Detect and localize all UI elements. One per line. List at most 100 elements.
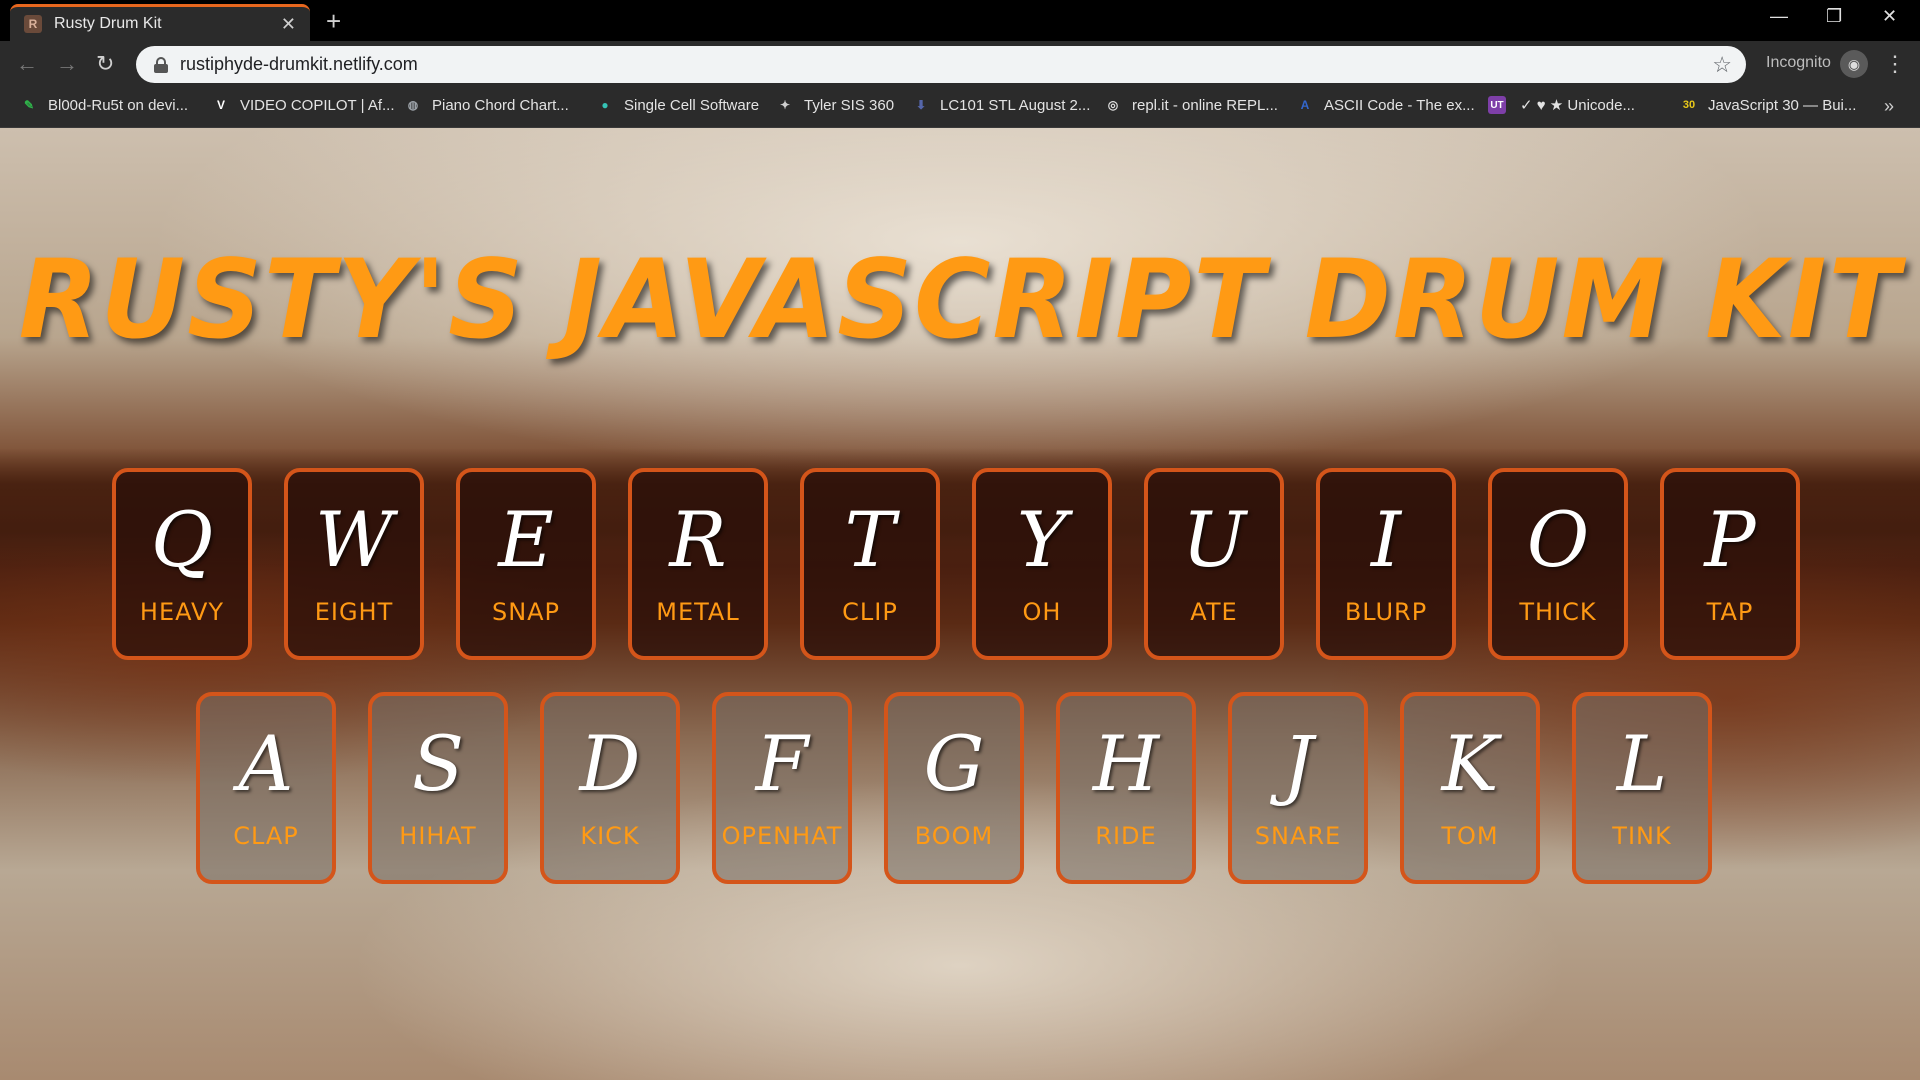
minimize-icon[interactable]: — bbox=[1770, 6, 1788, 27]
drum-key-j[interactable]: J SNARE bbox=[1228, 692, 1368, 884]
incognito-icon[interactable]: ◉ bbox=[1840, 50, 1868, 78]
drum-key-f[interactable]: F OPENHAT bbox=[712, 692, 852, 884]
bookmark-item[interactable]: ✎ Bl00d-Ru5t on devi... bbox=[20, 96, 188, 114]
key-letter: P bbox=[1704, 495, 1756, 584]
address-bar[interactable]: rustiphyde-drumkit.netlify.com ☆ bbox=[136, 46, 1746, 83]
bookmark-star-icon[interactable]: ☆ bbox=[1712, 52, 1732, 78]
drum-key-t[interactable]: T CLIP bbox=[800, 468, 940, 660]
key-letter: D bbox=[579, 719, 641, 808]
drum-key-a[interactable]: A CLAP bbox=[196, 692, 336, 884]
drum-key-r[interactable]: R METAL bbox=[628, 468, 768, 660]
bookmark-item[interactable]: V VIDEO COPILOT | Af... bbox=[212, 96, 395, 114]
js30-icon: 30 bbox=[1682, 99, 1696, 111]
tab-strip: R Rusty Drum Kit ✕ + — ❐ ✕ bbox=[0, 0, 1920, 41]
drum-key-q[interactable]: Q HEAVY bbox=[112, 468, 252, 660]
close-window-icon[interactable]: ✕ bbox=[1882, 6, 1897, 27]
bookmark-label: LC101 STL August 2... bbox=[940, 96, 1091, 114]
dev-icon: ✎ bbox=[23, 98, 35, 112]
bookmark-item[interactable]: UT ✓ ♥ ★ Unicode... bbox=[1488, 96, 1635, 114]
drum-key-y[interactable]: Y OH bbox=[972, 468, 1112, 660]
drum-key-l[interactable]: L TINK bbox=[1572, 692, 1712, 884]
bookmark-item[interactable]: ✦ Tyler SIS 360 bbox=[776, 96, 894, 114]
bookmark-item[interactable]: 30 JavaScript 30 — Bui... bbox=[1680, 96, 1857, 114]
key-letter: Q bbox=[150, 495, 214, 584]
bookmarks-bar: ✎ Bl00d-Ru5t on devi... V VIDEO COPILOT … bbox=[0, 88, 1920, 128]
bookmark-label: ✓ ♥ ★ Unicode... bbox=[1520, 97, 1635, 114]
drum-key-e[interactable]: E SNAP bbox=[456, 468, 596, 660]
page-title: RUSTY'S JAVASCRIPT DRUM KIT bbox=[18, 234, 1902, 364]
drum-key-k[interactable]: K TOM bbox=[1400, 692, 1540, 884]
new-tab-icon[interactable]: + bbox=[326, 6, 341, 37]
forward-icon[interactable]: → bbox=[56, 51, 78, 77]
ascii-icon: A bbox=[1300, 98, 1310, 112]
key-sound-label: SNAP bbox=[491, 598, 561, 626]
bookmark-label: Bl00d-Ru5t on devi... bbox=[48, 96, 189, 114]
key-sound-label: BLURP bbox=[1344, 598, 1428, 626]
unicode-icon: UT bbox=[1488, 96, 1506, 114]
key-letter: I bbox=[1370, 495, 1402, 584]
key-letter: K bbox=[1441, 719, 1499, 808]
bookmark-item[interactable]: A ASCII Code - The ex... bbox=[1296, 96, 1475, 114]
key-sound-label: TOM bbox=[1441, 822, 1499, 850]
bookmark-label: JavaScript 30 — Bui... bbox=[1708, 96, 1857, 114]
key-letter: Y bbox=[1016, 495, 1068, 584]
drum-key-s[interactable]: S HIHAT bbox=[368, 692, 508, 884]
key-letter: H bbox=[1092, 719, 1160, 808]
key-sound-label: ATE bbox=[1190, 598, 1238, 626]
key-sound-label: BOOM bbox=[914, 822, 994, 850]
bookmark-label: VIDEO COPILOT | Af... bbox=[240, 96, 395, 114]
lock-icon[interactable] bbox=[154, 56, 168, 73]
key-sound-label: OPENHAT bbox=[721, 822, 843, 850]
reload-icon[interactable]: ↻ bbox=[96, 51, 114, 77]
key-letter: U bbox=[1181, 495, 1247, 584]
key-sound-label: HIHAT bbox=[399, 822, 477, 850]
bookmark-item[interactable]: ⬇ LC101 STL August 2... bbox=[912, 96, 1090, 114]
drum-key-d[interactable]: D KICK bbox=[540, 692, 680, 884]
key-letter: S bbox=[411, 719, 465, 808]
close-tab-icon[interactable]: ✕ bbox=[281, 14, 296, 35]
key-sound-label: THICK bbox=[1519, 598, 1597, 626]
drum-key-p[interactable]: P TAP bbox=[1660, 468, 1800, 660]
drum-key-g[interactable]: G BOOM bbox=[884, 692, 1024, 884]
key-sound-label: TAP bbox=[1706, 598, 1754, 626]
key-letter: T bbox=[844, 495, 896, 584]
key-letter: R bbox=[669, 495, 727, 584]
key-letter: O bbox=[1526, 495, 1590, 584]
key-sound-label: HEAVY bbox=[139, 598, 225, 626]
url-text[interactable]: rustiphyde-drumkit.netlify.com bbox=[180, 54, 1712, 75]
key-letter: A bbox=[238, 719, 294, 808]
browser-toolbar: ← → ↻ rustiphyde-drumkit.netlify.com ☆ I… bbox=[0, 41, 1920, 88]
browser-menu-icon[interactable]: ⋮ bbox=[1884, 51, 1906, 77]
key-letter: J bbox=[1282, 719, 1314, 808]
lc101-icon: ⬇ bbox=[915, 98, 927, 112]
tab-title: Rusty Drum Kit bbox=[54, 15, 162, 32]
key-sound-label: RIDE bbox=[1095, 822, 1157, 850]
tyler-icon: ✦ bbox=[779, 98, 791, 112]
more-bookmarks-icon[interactable]: » bbox=[1884, 96, 1894, 117]
cell-icon: ● bbox=[601, 98, 609, 112]
bookmark-item[interactable]: ◎ repl.it - online REPL... bbox=[1104, 96, 1278, 114]
key-letter: W bbox=[314, 495, 394, 584]
drum-key-i[interactable]: I BLURP bbox=[1316, 468, 1456, 660]
bookmark-item[interactable]: ◍ Piano Chord Chart... bbox=[404, 96, 569, 114]
drum-key-o[interactable]: O THICK bbox=[1488, 468, 1628, 660]
back-icon[interactable]: ← bbox=[16, 51, 38, 77]
incognito-label: Incognito bbox=[1766, 54, 1831, 71]
key-sound-label: KICK bbox=[580, 822, 640, 850]
key-letter: L bbox=[1616, 719, 1668, 808]
drum-key-u[interactable]: U ATE bbox=[1144, 468, 1284, 660]
tab-rusty-drum-kit[interactable]: R Rusty Drum Kit ✕ bbox=[10, 4, 310, 41]
bookmark-label: Tyler SIS 360 bbox=[804, 96, 895, 114]
bookmark-label: Single Cell Software bbox=[624, 96, 760, 114]
key-sound-label: OH bbox=[1022, 598, 1062, 626]
bookmark-item[interactable]: ● Single Cell Software bbox=[596, 96, 759, 114]
key-letter: E bbox=[498, 495, 554, 584]
key-letter: G bbox=[923, 719, 985, 808]
drum-key-w[interactable]: W EIGHT bbox=[284, 468, 424, 660]
replit-icon: ◎ bbox=[1107, 98, 1119, 112]
restore-icon[interactable]: ❐ bbox=[1826, 6, 1842, 27]
key-letter: F bbox=[755, 719, 809, 808]
drum-key-h[interactable]: H RIDE bbox=[1056, 692, 1196, 884]
videocopilot-icon: V bbox=[216, 98, 225, 112]
key-sound-label: TINK bbox=[1612, 822, 1672, 850]
